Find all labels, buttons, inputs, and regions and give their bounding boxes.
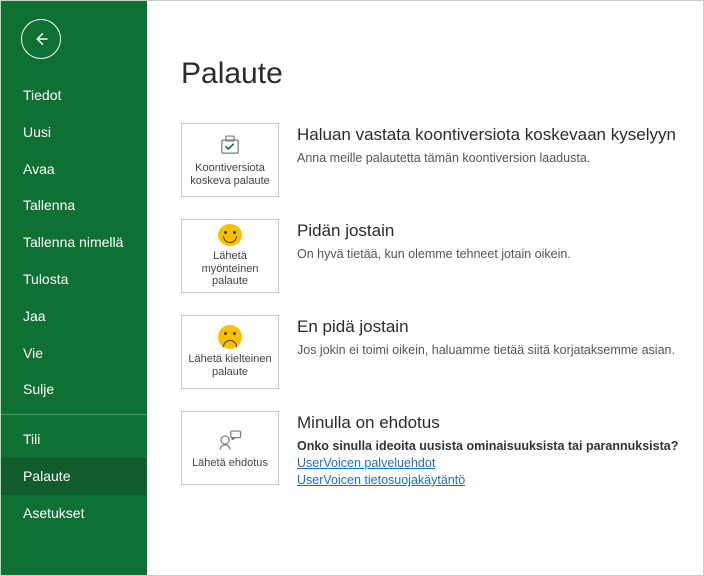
option-desc: Onko sinulla ideoita uusista ominaisuuks…: [297, 439, 678, 453]
nav-tulosta[interactable]: Tulosta: [1, 261, 147, 298]
tile-send-frown[interactable]: Lähetä kielteinen palaute: [181, 315, 279, 389]
nav-list: Tiedot Uusi Avaa Tallenna Tallenna nimel…: [1, 77, 147, 532]
feedback-option-suggestion: Lähetä ehdotus Minulla on ehdotus Onko s…: [181, 411, 703, 487]
tile-send-suggestion[interactable]: Lähetä ehdotus: [181, 411, 279, 485]
nav-tili[interactable]: Tili: [1, 421, 147, 458]
nav-jaa[interactable]: Jaa: [1, 298, 147, 335]
back-button[interactable]: [21, 19, 61, 59]
option-text: Minulla on ehdotus Onko sinulla ideoita …: [297, 411, 678, 487]
feedback-option-build: Koontiversiota koskeva palaute Haluan va…: [181, 123, 703, 197]
tile-label: Lähetä kielteinen palaute: [186, 353, 274, 378]
option-title: Pidän jostain: [297, 221, 571, 241]
frown-icon: [218, 325, 242, 349]
tile-build-feedback[interactable]: Koontiversiota koskeva palaute: [181, 123, 279, 197]
nav-avaa[interactable]: Avaa: [1, 151, 147, 188]
tile-label: Lähetä ehdotus: [192, 457, 268, 470]
option-desc: Anna meille palautetta tämän koontiversi…: [297, 151, 676, 165]
option-text: Pidän jostain On hyvä tietää, kun olemme…: [297, 219, 571, 261]
uservoice-privacy-link[interactable]: UserVoicen tietosuojakäytäntö: [297, 473, 678, 487]
feedback-option-dislike: Lähetä kielteinen palaute En pidä jostai…: [181, 315, 703, 389]
survey-icon: [217, 132, 243, 158]
nav-tallenna[interactable]: Tallenna: [1, 187, 147, 224]
nav-palaute[interactable]: Palaute: [1, 458, 147, 495]
option-text: En pidä jostain Jos jokin ei toimi oikei…: [297, 315, 675, 357]
option-text: Haluan vastata koontiversiota koskevaan …: [297, 123, 676, 165]
nav-separator: [1, 414, 147, 415]
tile-send-smile[interactable]: Lähetä myönteinen palaute: [181, 219, 279, 293]
option-title: Haluan vastata koontiversiota koskevaan …: [297, 125, 676, 145]
nav-tiedot[interactable]: Tiedot: [1, 77, 147, 114]
suggestion-icon: [217, 427, 243, 453]
app-frame: Tiedot Uusi Avaa Tallenna Tallenna nimel…: [1, 1, 703, 575]
option-desc: On hyvä tietää, kun olemme tehneet jotai…: [297, 247, 571, 261]
backstage-sidebar: Tiedot Uusi Avaa Tallenna Tallenna nimel…: [1, 1, 147, 575]
nav-sulje[interactable]: Sulje: [1, 371, 147, 408]
uservoice-terms-link[interactable]: UserVoicen palveluehdot: [297, 456, 678, 470]
nav-uusi[interactable]: Uusi: [1, 114, 147, 151]
nav-asetukset[interactable]: Asetukset: [1, 495, 147, 532]
tile-label: Koontiversiota koskeva palaute: [186, 162, 274, 187]
tile-label: Lähetä myönteinen palaute: [186, 250, 274, 288]
option-title: Minulla on ehdotus: [297, 413, 678, 433]
content-area: Palaute Koontiversiota koskeva palaute H…: [147, 1, 703, 575]
page-title: Palaute: [181, 57, 703, 91]
nav-tallenna-nimella[interactable]: Tallenna nimellä: [1, 224, 147, 261]
option-desc: Jos jokin ei toimi oikein, haluamme tiet…: [297, 343, 675, 357]
smile-icon: [218, 224, 242, 246]
nav-vie[interactable]: Vie: [1, 335, 147, 372]
feedback-option-like: Lähetä myönteinen palaute Pidän jostain …: [181, 219, 703, 293]
back-arrow-icon: [32, 30, 50, 48]
option-title: En pidä jostain: [297, 317, 675, 337]
